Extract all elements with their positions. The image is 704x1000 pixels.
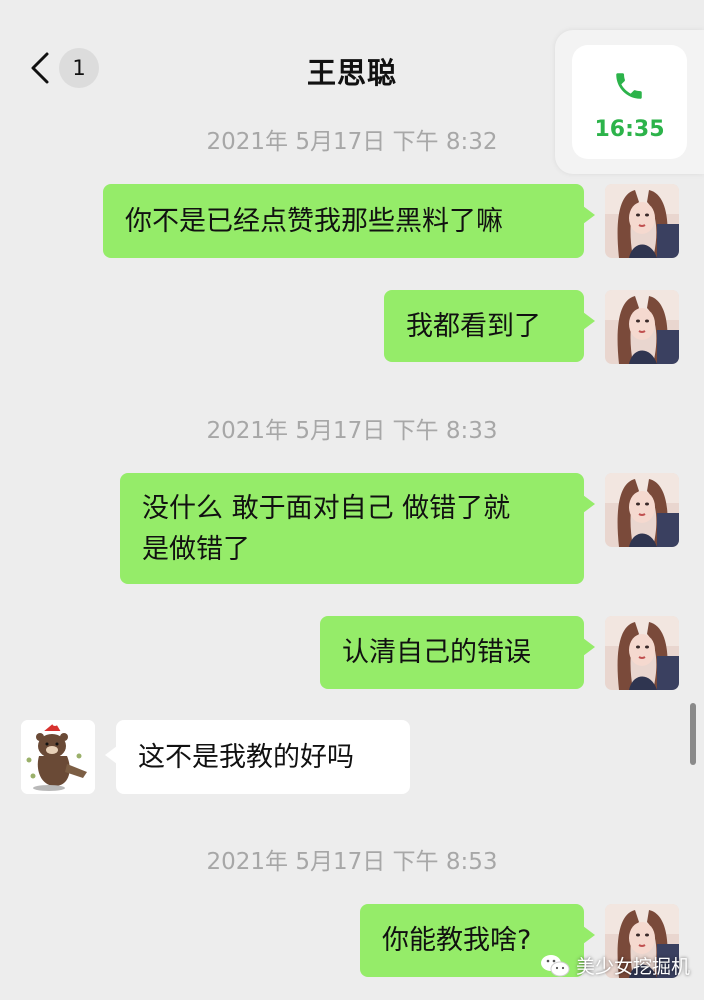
outgoing-message[interactable]: 认清自己的错误 — [320, 616, 595, 689]
message-text: 认清自己的错误 — [342, 637, 531, 668]
avatar-self-image — [605, 473, 679, 547]
avatar[interactable] — [605, 616, 679, 690]
avatar[interactable] — [605, 290, 679, 364]
avatar[interactable] — [605, 473, 679, 547]
message-text-line: 是做错了 — [142, 533, 250, 565]
avatar-self-image — [605, 184, 679, 258]
message-timestamp: 2021年 5月17日 下午 8:32 — [206, 129, 498, 155]
outgoing-message[interactable]: 你不是已经点赞我那些黑料了嘛 — [103, 184, 595, 258]
message-text: 这不是我教的好吗 — [138, 741, 354, 773]
avatar-bear-sticker-image — [21, 720, 95, 794]
message-text-line: 没什么 敢于面对自己 做错了就 — [142, 492, 511, 524]
wechat-icon — [541, 954, 570, 976]
phone-icon — [616, 73, 642, 99]
avatar[interactable] — [21, 720, 95, 794]
avatar[interactable] — [605, 184, 679, 258]
watermark-text: 美少女挖掘机 — [576, 956, 691, 978]
scrollbar[interactable] — [690, 703, 696, 765]
message-timestamp: 2021年 5月17日 下午 8:53 — [206, 849, 498, 875]
avatar-self-image — [605, 616, 679, 690]
message-text: 你不是已经点赞我那些黑料了嘛 — [125, 205, 503, 237]
message-timestamp: 2021年 5月17日 下午 8:33 — [206, 418, 498, 444]
outgoing-message[interactable]: 我都看到了 — [384, 290, 595, 362]
message-text: 我都看到了 — [406, 310, 541, 342]
incoming-message[interactable]: 这不是我教的好吗 — [105, 720, 410, 794]
message-text: 你能教我啥? — [382, 925, 532, 956]
avatar-self-image — [605, 290, 679, 364]
outgoing-message[interactable]: 没什么 敢于面对自己 做错了就 是做错了 — [120, 473, 595, 584]
watermark: 美少女挖掘机 — [540, 952, 690, 979]
